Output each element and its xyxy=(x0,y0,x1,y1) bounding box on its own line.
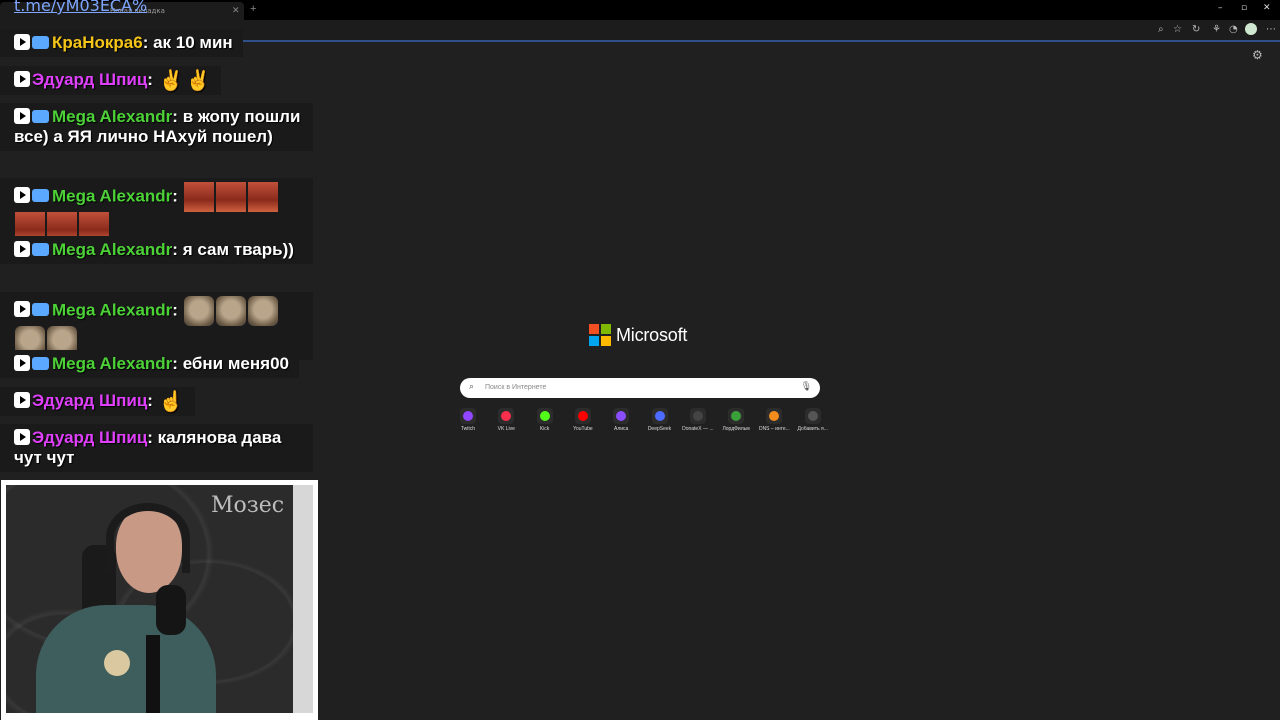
microphone xyxy=(156,585,186,635)
menu-icon[interactable]: ⋯ xyxy=(1266,24,1276,35)
search-input[interactable]: Поиск в Интернете xyxy=(485,384,546,391)
add-shortcut-icon xyxy=(804,408,821,424)
emote-icon: ✌ xyxy=(158,69,184,92)
play-badge-icon xyxy=(14,187,30,204)
chat-username: Эдуард Шпиц xyxy=(32,391,148,410)
search-icon: ⌕ xyxy=(469,382,475,392)
quick-link-twitch[interactable]: Twitch xyxy=(448,406,488,436)
chat-badge-icon xyxy=(32,357,49,370)
zoom-icon[interactable]: ⌕ xyxy=(1158,24,1164,35)
lips-emote-icon xyxy=(183,182,214,212)
webcam-frame: Мозес xyxy=(1,480,318,720)
quick-link-deepseek[interactable]: DeepSeek xyxy=(640,406,680,436)
chat-username: Mega Alexandr xyxy=(52,300,173,320)
chat-message: Mega Alexandr: ебни меня00 xyxy=(0,350,299,378)
chat-text: ебни меня00 xyxy=(182,354,289,373)
play-badge-icon xyxy=(14,392,30,408)
quick-link-donatex[interactable]: DonateX — ... xyxy=(678,406,718,436)
alisa-icon xyxy=(613,408,630,424)
chat-username: Эдуард Шпиц xyxy=(32,428,148,447)
chat-badge-icon xyxy=(32,243,49,256)
chat-message: Эдуард Шпиц: калянова дава чут чут xyxy=(0,424,313,472)
play-badge-icon xyxy=(14,34,30,50)
chat-badge-icon xyxy=(32,303,49,317)
emote-icon: ✌ xyxy=(185,69,211,92)
vk-live-icon xyxy=(498,408,515,424)
chat-badge-icon xyxy=(32,110,49,123)
chat-text: я сам тварь)) xyxy=(182,240,294,259)
web-search-box[interactable]: ⌕ Поиск в Интернете 🎙 xyxy=(460,378,820,398)
lordfilm-icon xyxy=(728,408,745,424)
play-badge-icon xyxy=(14,429,30,445)
chat-username: Mega Alexandr xyxy=(52,107,173,126)
webcam-video: Мозес xyxy=(6,485,293,713)
dns-icon xyxy=(766,408,783,424)
minimize-button[interactable]: – xyxy=(1218,3,1223,13)
lips-emote-icon xyxy=(247,182,278,212)
deepseek-icon xyxy=(651,408,668,424)
browser-titlebar: Новая вкладка ✕ + – ▫ ✕ xyxy=(0,0,1280,20)
quick-link-kick[interactable]: Kick xyxy=(525,406,565,436)
new-tab-button[interactable]: + xyxy=(250,3,256,15)
play-badge-icon xyxy=(14,355,30,371)
play-badge-icon xyxy=(14,301,30,318)
refresh-icon[interactable]: ↻ xyxy=(1192,24,1200,35)
quick-link-add-shortcut[interactable]: Добавить я... xyxy=(793,406,833,436)
chat-text: ак 10 мин xyxy=(153,33,233,52)
quick-link-dns[interactable]: DNS – инте... xyxy=(754,406,794,436)
webcam-side-strip xyxy=(293,485,313,713)
twitch-icon xyxy=(460,408,476,424)
chat-message: КраНокра6: ак 10 мин xyxy=(0,29,243,57)
chat-message: Эдуард Шпиц: ✌ ✌ xyxy=(0,66,222,95)
kick-icon xyxy=(536,408,553,424)
emote-icon: ☝ xyxy=(158,390,184,413)
play-badge-icon xyxy=(14,71,30,87)
donatex-icon xyxy=(689,408,706,424)
history-icon[interactable]: ◔ xyxy=(1229,24,1238,35)
quick-link-alisa[interactable]: Алиса xyxy=(601,406,641,436)
chat-message: Эдуард Шпиц: ☝ xyxy=(0,387,195,416)
microsoft-brand-text: Microsoft xyxy=(616,325,688,345)
profile-avatar[interactable] xyxy=(1245,23,1257,35)
close-window-button[interactable]: ✕ xyxy=(1263,3,1271,13)
chat-username: Mega Alexandr xyxy=(52,186,173,206)
mic-arm xyxy=(146,635,160,713)
headphones-icon xyxy=(106,503,190,573)
page-settings-gear-icon[interactable]: ⚙ xyxy=(1252,48,1263,62)
lips-emote-icon xyxy=(215,182,246,212)
chat-username: Mega Alexandr xyxy=(52,354,173,373)
maximize-button[interactable]: ▫ xyxy=(1241,3,1247,13)
quick-link-vk-live[interactable]: VK Live xyxy=(486,406,526,436)
chat-username: Эдуард Шпиц xyxy=(32,70,148,89)
chat-badge-icon xyxy=(32,36,49,49)
chat-message: Mega Alexandr: в жопу пошли все) а ЯЯ ли… xyxy=(0,103,313,151)
chat-username: Mega Alexandr xyxy=(52,240,173,259)
cat-emote-icon xyxy=(215,296,246,326)
microsoft-logo-icon xyxy=(589,324,611,346)
extensions-icon[interactable]: ⚘ xyxy=(1212,24,1221,35)
favorite-star-icon[interactable]: ☆ xyxy=(1173,24,1182,35)
telegram-link-overlay: t.me/yM03ECA% xyxy=(14,0,148,15)
chat-message: Mega Alexandr: я сам тварь)) xyxy=(0,236,313,264)
youtube-icon xyxy=(574,408,591,424)
quick-link-label: Добавить я... xyxy=(797,426,828,432)
play-badge-icon xyxy=(14,108,30,124)
play-badge-icon xyxy=(14,241,30,257)
microphone-icon[interactable]: 🎙 xyxy=(801,382,812,392)
tab-close-icon[interactable]: ✕ xyxy=(232,5,240,16)
webcam-logo: Мозес xyxy=(211,493,285,518)
cat-emote-icon xyxy=(247,296,278,326)
quick-link-lordfilm[interactable]: ЛордФильм xyxy=(716,406,756,436)
chat-badge-icon xyxy=(32,189,49,203)
cat-emote-icon xyxy=(183,296,214,326)
shirt-logo xyxy=(104,650,130,676)
quick-link-youtube[interactable]: YouTube xyxy=(563,406,603,436)
chat-username: КраНокра6 xyxy=(52,33,143,52)
